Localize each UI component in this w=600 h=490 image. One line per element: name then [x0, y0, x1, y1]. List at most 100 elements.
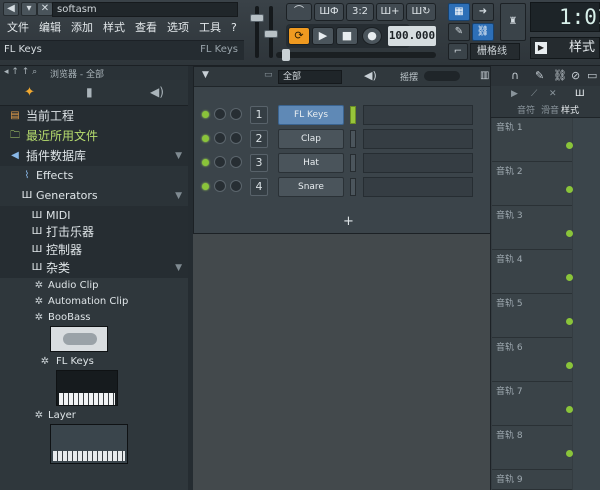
- plugin-fl-keys[interactable]: ✲ FL Keys: [0, 352, 188, 372]
- menu-options[interactable]: 选项: [162, 20, 194, 36]
- step-edit-button[interactable]: Ш+: [376, 3, 404, 21]
- channel-row[interactable]: 4 Snare: [194, 177, 503, 197]
- track-led[interactable]: [566, 142, 573, 149]
- sparkle-icon[interactable]: ✦: [24, 85, 35, 100]
- playlist-track[interactable]: 音轨 1: [492, 118, 573, 162]
- pattern-arrow-icon[interactable]: ▶: [535, 42, 547, 54]
- menu-tools[interactable]: 工具: [194, 20, 226, 36]
- browser-arrow-button[interactable]: ➜: [472, 3, 494, 21]
- menu-arrow-icon[interactable]: ◀: [3, 2, 19, 16]
- channel-select[interactable]: [350, 106, 356, 124]
- channel-name-button[interactable]: Hat: [278, 153, 344, 173]
- browser-item-current-project[interactable]: ▤ 当前工程: [0, 106, 188, 126]
- browser-item-effects[interactable]: ⌇ Effects: [0, 166, 188, 186]
- browser-item-controllers[interactable]: Ш 控制器: [0, 240, 188, 260]
- piano-roll-button[interactable]: ▦: [448, 3, 470, 21]
- menu-edit[interactable]: 编辑: [34, 20, 66, 36]
- tempo-display[interactable]: 100.000: [388, 26, 436, 46]
- menu-patterns[interactable]: 样式: [98, 20, 130, 36]
- channel-row[interactable]: 1 FL Keys: [194, 105, 503, 125]
- browser-item-recent-files[interactable]: 🗀 最近所用文件: [0, 126, 188, 146]
- speaker-icon[interactable]: ◀): [150, 85, 164, 99]
- channel-select[interactable]: [350, 130, 356, 148]
- playlist-track[interactable]: 音轨 9: [492, 470, 572, 490]
- track-led[interactable]: [566, 318, 573, 325]
- master-pitch-handle[interactable]: [264, 30, 278, 38]
- stop-button[interactable]: ■: [336, 27, 358, 45]
- pencil-icon[interactable]: ✎: [448, 23, 470, 41]
- menu-view[interactable]: 查看: [130, 20, 162, 36]
- track-led[interactable]: [566, 406, 573, 413]
- file-icon[interactable]: ▮: [86, 85, 93, 99]
- link-icon[interactable]: ⛓: [553, 69, 567, 82]
- mixer-track-number[interactable]: 1: [250, 106, 268, 124]
- browser-item-drums[interactable]: Ш 打击乐器: [0, 222, 188, 242]
- channel-led[interactable]: [202, 183, 209, 190]
- pan-knob[interactable]: [214, 180, 226, 192]
- channel-name-button[interactable]: Clap: [278, 129, 344, 149]
- link-icon[interactable]: ⛓: [472, 23, 494, 41]
- playlist-track[interactable]: 音轨 8: [492, 426, 573, 470]
- volume-knob[interactable]: [230, 156, 242, 168]
- menu-add[interactable]: 添加: [66, 20, 98, 36]
- mixer-track-number[interactable]: 2: [250, 130, 268, 148]
- volume-knob[interactable]: [230, 132, 242, 144]
- step-sequencer[interactable]: [363, 105, 473, 125]
- mixer-track-number[interactable]: 3: [250, 154, 268, 172]
- mute-icon[interactable]: ⊘: [571, 69, 580, 82]
- mixer-track-number[interactable]: 4: [250, 178, 268, 196]
- track-led[interactable]: [566, 274, 573, 281]
- wait-for-input-button[interactable]: ШФ: [314, 3, 344, 21]
- master-volume-handle[interactable]: [250, 14, 264, 22]
- channel-row[interactable]: 3 Hat: [194, 153, 503, 173]
- playlist-track[interactable]: 音轨 7: [492, 382, 573, 426]
- plugin-boobass[interactable]: ✲ BooBass: [0, 308, 188, 328]
- playlist-grid[interactable]: [573, 118, 600, 490]
- browser-nav-icons[interactable]: ◂ ↑ ↑ ⌕: [4, 67, 37, 77]
- playlist-track[interactable]: 音轨 3: [492, 206, 573, 250]
- pattern-song-toggle[interactable]: ⟳: [288, 27, 310, 45]
- pattern-selector[interactable]: ▶ 样式: [530, 37, 600, 59]
- loop-record-button[interactable]: Ш↻: [406, 3, 436, 21]
- master-position-bar[interactable]: [276, 52, 436, 58]
- browser-item-generators[interactable]: Ш Generators ▼: [0, 186, 188, 206]
- countdown-button[interactable]: 3:2: [346, 3, 374, 21]
- channel-led[interactable]: [202, 159, 209, 166]
- channel-select[interactable]: [350, 154, 356, 172]
- magnet-icon[interactable]: ⌐: [448, 43, 468, 60]
- channel-name-button[interactable]: Snare: [278, 177, 344, 197]
- volume-knob[interactable]: [230, 108, 242, 120]
- playlist-track[interactable]: 音轨 2: [492, 162, 573, 206]
- rack-menu-arrow-icon[interactable]: ▼: [202, 70, 209, 80]
- channel-row[interactable]: 2 Clap: [194, 129, 503, 149]
- pan-knob[interactable]: [214, 132, 226, 144]
- swing-slider[interactable]: [424, 71, 460, 81]
- channel-filter-select[interactable]: 全部: [278, 70, 342, 84]
- channel-select[interactable]: [350, 178, 356, 196]
- channel-led[interactable]: [202, 135, 209, 142]
- pan-knob[interactable]: [214, 156, 226, 168]
- menu-help[interactable]: ?: [226, 20, 242, 36]
- playlist-track[interactable]: 音轨 5: [492, 294, 573, 338]
- play-button[interactable]: ▶: [312, 27, 334, 45]
- add-channel-button[interactable]: +: [194, 211, 503, 233]
- track-led[interactable]: [566, 362, 573, 369]
- channel-name-button[interactable]: FL Keys: [278, 105, 344, 125]
- track-led[interactable]: [566, 230, 573, 237]
- menu-file[interactable]: 文件: [2, 20, 34, 36]
- project-title-field[interactable]: softasm: [52, 2, 238, 17]
- playlist-track[interactable]: 音轨 4: [492, 250, 573, 294]
- brush-icon[interactable]: ✎: [535, 69, 544, 82]
- close-icon[interactable]: ✕: [37, 2, 53, 16]
- record-button[interactable]: ●: [362, 27, 382, 45]
- metronome-button[interactable]: ⌒: [286, 3, 312, 21]
- volume-knob[interactable]: [230, 180, 242, 192]
- browser-item-plugin-database[interactable]: ◀ 插件数据库 ▼: [0, 146, 188, 166]
- headphones-icon[interactable]: ∩: [511, 69, 519, 82]
- graph-icon[interactable]: ▥: [480, 70, 489, 81]
- step-sequencer[interactable]: [363, 153, 473, 173]
- step-sequencer[interactable]: [363, 177, 473, 197]
- playlist-track[interactable]: 音轨 6: [492, 338, 573, 382]
- step-sequencer[interactable]: [363, 129, 473, 149]
- dropdown-icon[interactable]: ▾: [21, 2, 37, 16]
